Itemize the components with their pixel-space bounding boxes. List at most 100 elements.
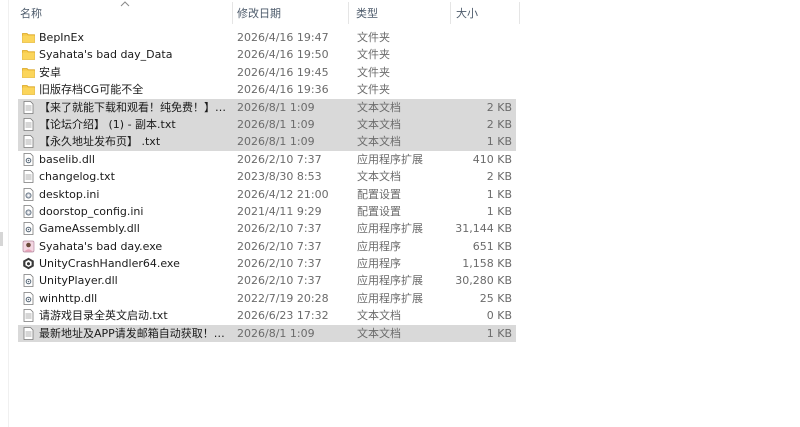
file-name: doorstop_config.ini xyxy=(39,204,144,218)
text-file-icon xyxy=(22,135,35,149)
file-date-modified: 2026/8/1 1:09 xyxy=(237,135,315,149)
file-type: 文件夹 xyxy=(357,31,390,44)
file-size: 1 KB xyxy=(486,187,512,201)
text-file-icon xyxy=(22,309,35,323)
file-name: winhttp.dll xyxy=(39,291,98,305)
file-name: changelog.txt xyxy=(39,170,115,184)
file-row[interactable]: 安卓 2026/4/16 19:45 文件夹 xyxy=(18,64,516,81)
file-date-modified: 2026/4/16 19:45 xyxy=(237,65,329,79)
file-size: 30,280 KB xyxy=(455,274,512,288)
file-name: UnityCrashHandler64.exe xyxy=(39,257,180,271)
file-size: 2 KB xyxy=(486,170,512,184)
file-size: 1 KB xyxy=(486,135,512,149)
file-size: 31,144 KB xyxy=(455,222,512,236)
file-row[interactable]: doorstop_config.ini 2021/4/11 9:29 配置设置 1 K… xyxy=(18,203,516,220)
file-name: desktop.ini xyxy=(39,187,100,201)
dll-file-icon xyxy=(22,274,35,288)
file-date-modified: 2026/2/10 7:37 xyxy=(237,274,322,288)
file-date-modified: 2026/8/1 1:09 xyxy=(237,326,315,340)
file-type: 文件夹 xyxy=(357,48,390,62)
column-header-name[interactable]: 名称 xyxy=(20,5,42,23)
file-row[interactable]: 最新地址及APP请发邮箱自动获取！！！... 2026/8/1 1:09 文本文档 1… xyxy=(18,324,516,343)
file-date-modified: 2026/4/12 21:00 xyxy=(237,187,329,201)
file-name: 旧版存档CG可能不全 xyxy=(39,83,144,97)
column-divider[interactable] xyxy=(519,2,520,24)
file-row[interactable]: 【永久地址发布页】 .txt 2026/8/1 1:09 文本文档 1 KB xyxy=(18,133,516,151)
file-size: 1 KB xyxy=(486,326,512,340)
file-name: UnityPlayer.dll xyxy=(39,274,118,288)
file-date-modified: 2026/2/10 7:37 xyxy=(237,152,322,166)
file-row[interactable]: UnityPlayer.dll 2026/2/10 7:37 应用程序扩展 30,28… xyxy=(18,272,516,289)
file-date-modified: 2026/8/1 1:09 xyxy=(237,100,315,114)
file-type: 文件夹 xyxy=(357,65,390,79)
file-size: 651 KB xyxy=(472,239,512,253)
file-name: 【来了就能下载和观看！纯免费！】 - 副... xyxy=(39,100,229,114)
column-header-date[interactable]: 修改日期 xyxy=(237,5,281,23)
file-date-modified: 2026/6/23 17:32 xyxy=(237,309,329,323)
file-date-modified: 2026/4/16 19:50 xyxy=(237,48,329,62)
file-date-modified: 2023/8/30 8:53 xyxy=(237,170,322,184)
file-row[interactable]: changelog.txt 2023/8/30 8:53 文本文档 2 KB xyxy=(18,168,516,185)
file-size: 2 KB xyxy=(486,117,512,131)
file-name: baselib.dll xyxy=(39,152,95,166)
file-row[interactable]: Syahata's bad day_Data 2026/4/16 19:50 文件夹 xyxy=(18,46,516,63)
column-header-type[interactable]: 类型 xyxy=(356,5,378,23)
game-exe-icon xyxy=(22,240,35,253)
file-date-modified: 2022/7/19 20:28 xyxy=(237,291,329,305)
file-name: 【论坛介绍】 (1) - 副本.txt xyxy=(39,117,176,131)
folder-icon xyxy=(22,83,35,96)
file-date-modified: 2026/8/1 1:09 xyxy=(237,117,315,131)
file-list: BepInEx 2026/4/16 19:47 文件夹 Syahata's bad d… xyxy=(18,29,516,343)
folder-icon xyxy=(22,48,35,61)
file-size: 2 KB xyxy=(486,100,512,114)
column-divider[interactable] xyxy=(348,2,349,24)
file-name: 【永久地址发布页】 .txt xyxy=(39,135,161,149)
file-date-modified: 2026/2/10 7:37 xyxy=(237,257,322,271)
file-date-modified: 2026/4/16 19:36 xyxy=(237,83,329,97)
text-file-icon xyxy=(22,170,35,184)
ini-file-icon xyxy=(22,187,35,201)
dll-file-icon xyxy=(22,222,35,236)
folder-icon xyxy=(22,66,35,79)
column-divider[interactable] xyxy=(450,2,451,24)
column-header-bar: 名称 修改日期 类型 大小 xyxy=(14,2,520,24)
file-name: 最新地址及APP请发邮箱自动获取！！！... xyxy=(39,326,229,340)
file-name: Syahata's bad day_Data xyxy=(39,48,173,62)
file-date-modified: 2026/2/10 7:37 xyxy=(237,239,322,253)
navigation-pane-edge xyxy=(0,0,9,427)
file-name: 安卓 xyxy=(39,65,61,79)
text-file-icon xyxy=(22,118,35,131)
file-date-modified: 2021/4/11 9:29 xyxy=(237,204,322,218)
file-date-modified: 2026/2/10 7:37 xyxy=(237,222,322,236)
file-row[interactable]: Syahata's bad day.exe 2026/2/10 7:37 应用程序 6… xyxy=(18,238,516,255)
text-file-icon xyxy=(22,100,35,114)
file-size: 1,158 KB xyxy=(462,257,512,271)
column-divider[interactable] xyxy=(232,2,233,24)
file-row[interactable]: winhttp.dll 2022/7/19 20:28 应用程序扩展 25 KB xyxy=(18,290,516,307)
unity-exe-icon xyxy=(22,257,35,270)
file-name: BepInEx xyxy=(39,31,84,44)
file-row[interactable]: desktop.ini 2026/4/12 21:00 配置设置 1 KB xyxy=(18,186,516,203)
dll-file-icon xyxy=(22,291,35,305)
file-row[interactable]: baselib.dll 2026/2/10 7:37 应用程序扩展 410 KB xyxy=(18,151,516,168)
file-row[interactable]: 旧版存档CG可能不全 2026/4/16 19:36 文件夹 xyxy=(18,81,516,98)
file-row[interactable]: 【来了就能下载和观看！纯免费！】 - 副... 2026/8/1 1:09 文本文档… xyxy=(18,98,516,116)
file-size: 25 KB xyxy=(479,291,512,305)
file-date-modified: 2026/4/16 19:47 xyxy=(237,31,329,44)
file-row[interactable]: UnityCrashHandler64.exe 2026/2/10 7:37 应用程… xyxy=(18,255,516,272)
folder-icon xyxy=(22,31,35,44)
file-name: Syahata's bad day.exe xyxy=(39,239,163,253)
column-header-size[interactable]: 大小 xyxy=(456,5,478,23)
file-size: 0 KB xyxy=(486,309,512,323)
dll-file-icon xyxy=(22,152,35,166)
ini-file-icon xyxy=(22,205,35,218)
file-row[interactable]: BepInEx 2026/4/16 19:47 文件夹 xyxy=(18,29,516,46)
file-name: 请游戏目录全英文启动.txt xyxy=(39,309,168,323)
splitter-handle[interactable] xyxy=(0,232,3,246)
file-row[interactable]: 请游戏目录全英文启动.txt 2026/6/23 17:32 文本文档 0 KB xyxy=(18,307,516,324)
file-size: 1 KB xyxy=(486,204,512,218)
file-row[interactable]: 【论坛介绍】 (1) - 副本.txt 2026/8/1 1:09 文本文档 2 KB xyxy=(18,115,516,134)
file-type: 文件夹 xyxy=(357,83,390,97)
file-row[interactable]: GameAssembly.dll 2026/2/10 7:37 应用程序扩展 31,1… xyxy=(18,220,516,237)
file-name: GameAssembly.dll xyxy=(39,222,140,236)
